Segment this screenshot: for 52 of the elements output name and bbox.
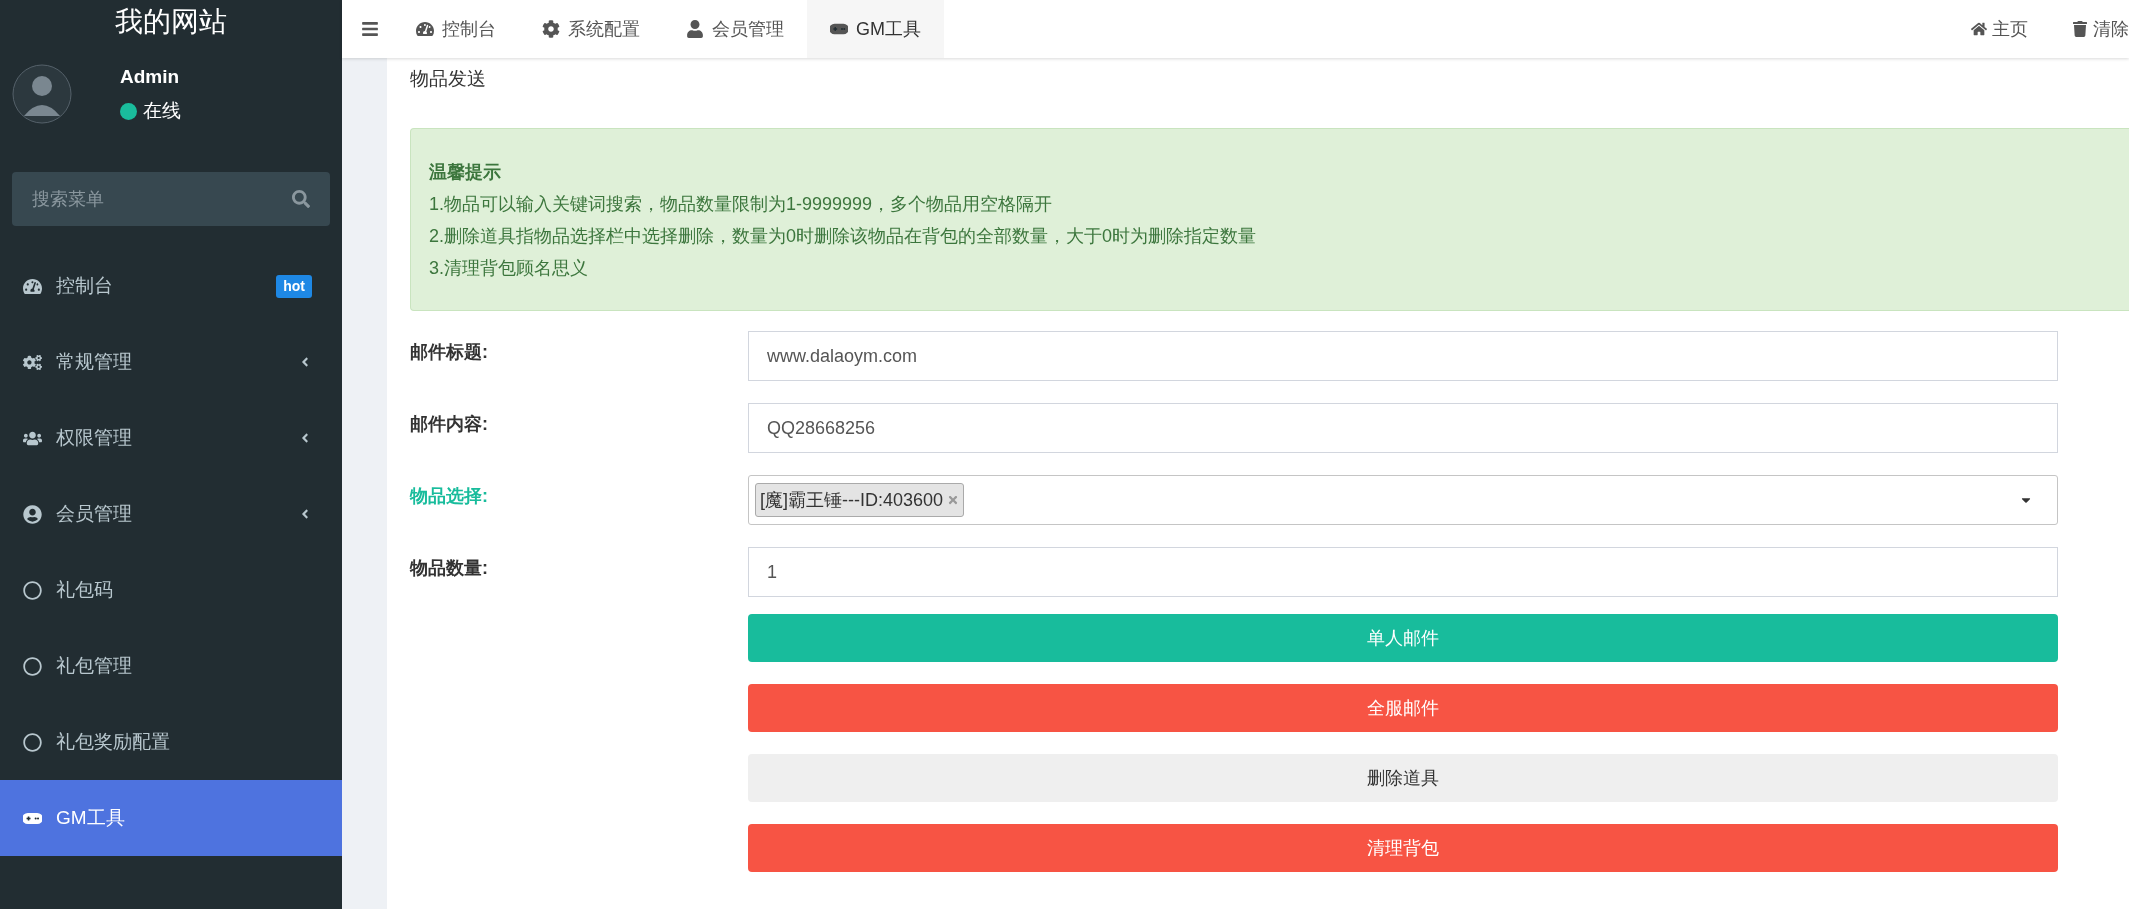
search-icon[interactable] — [292, 190, 310, 208]
sidebar-item[interactable]: 常规管理 — [0, 324, 342, 400]
sidebar-item[interactable]: 会员管理 — [0, 476, 342, 552]
select-field[interactable]: [魔]霸王锤---ID:403600 — [748, 475, 2058, 525]
text-field[interactable]: QQ28668256 — [748, 403, 2058, 453]
alert-text: 3.清理背包顾名思义 — [429, 257, 589, 280]
action-button[interactable]: 删除道具 — [748, 754, 2058, 802]
menu-label: 会员管理 — [56, 501, 133, 526]
home-icon — [1971, 21, 1987, 37]
gears-icon — [23, 352, 42, 372]
trash-icon — [2072, 21, 2088, 37]
sidebar-item[interactable]: 权限管理 — [0, 400, 342, 476]
alert-text: 1.物品可以输入关键词搜索，物品数量限制为1-9999999，多个物品用空格隔开 — [429, 193, 1054, 216]
menu-label: 礼包奖励配置 — [56, 729, 171, 754]
field-label: 邮件内容: — [410, 413, 489, 436]
sidebar-item[interactable]: 控制台 hot — [0, 248, 342, 324]
sidebar-item[interactable]: 礼包码 — [0, 552, 342, 628]
user-icon — [686, 20, 704, 38]
nav-tab[interactable]: 会员管理 — [663, 0, 807, 58]
sidebar-item[interactable]: GM工具 — [0, 780, 342, 856]
selected-item-tag[interactable]: [魔]霸王锤---ID:403600 — [755, 483, 965, 517]
nav-tab[interactable]: 控制台 — [393, 0, 519, 58]
sidebar-item[interactable]: 礼包管理 — [0, 628, 342, 704]
dashboard-icon — [416, 20, 434, 38]
nav-link[interactable]: 主页 — [1949, 0, 2050, 58]
field-label: 物品选择: — [410, 485, 489, 508]
field-label: 物品数量: — [410, 557, 489, 580]
field-label: 邮件标题: — [410, 341, 489, 364]
alert-text: 2.删除道具指物品选择栏中选择删除，数量为0时删除该物品在背包的全部数量，大于0时为删除指定数量 — [429, 225, 1258, 248]
menu-label: 常规管理 — [56, 349, 133, 374]
nav-tab[interactable]: 系统配置 — [519, 0, 663, 58]
avatar-icon — [12, 64, 72, 124]
menu-label: GM工具 — [56, 805, 126, 830]
user-status: 在线 — [143, 99, 181, 123]
alert-title: 温馨提示 — [429, 161, 502, 184]
nav-link[interactable]: 清除 — [2050, 0, 2129, 58]
menu-label: 礼包管理 — [56, 653, 133, 678]
text-field[interactable]: www.dalaoym.com — [748, 331, 2058, 381]
menu-search-field[interactable]: 搜索菜单 — [12, 172, 330, 226]
gear-icon — [542, 20, 560, 38]
dashboard-icon — [23, 276, 42, 296]
menu-label: 礼包码 — [56, 577, 114, 602]
menu-icon[interactable] — [361, 20, 379, 38]
menu-label: 控制台 — [56, 273, 114, 298]
menu-label: 权限管理 — [56, 425, 133, 450]
sidebar-item[interactable]: 礼包奖励配置 — [0, 704, 342, 780]
text-field[interactable]: 1 — [748, 547, 2058, 597]
site-title: 我的网站 — [115, 5, 227, 39]
hot-badge: hot — [276, 274, 312, 298]
user-name: Admin — [120, 64, 181, 89]
nav-tab[interactable]: GM工具 — [807, 0, 944, 58]
page-title: 物品发送 — [410, 66, 487, 91]
